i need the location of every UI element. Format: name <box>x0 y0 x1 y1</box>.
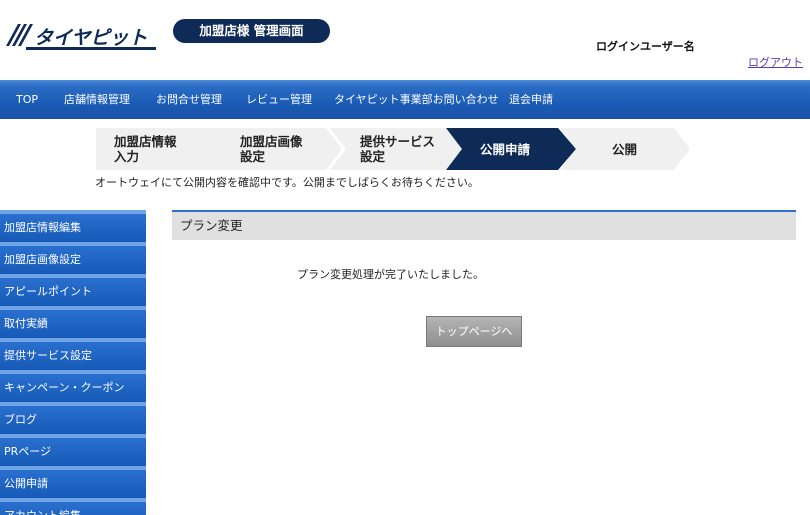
sidebar-item-store-info-edit[interactable]: 加盟店情報編集 <box>0 210 146 242</box>
step-store-info: 加盟店情報 入力 <box>96 128 228 170</box>
sidebar-item-install-records[interactable]: 取付実績 <box>0 306 146 338</box>
nav-tirepit-contact[interactable]: タイヤピット事業部お問い合わせ <box>334 80 499 119</box>
step-published: 公開 <box>560 128 692 170</box>
step-label: 提供サービス 設定 <box>360 134 436 164</box>
sidebar-menu: 加盟店情報編集 加盟店画像設定 アピールポイント 取付実績 提供サービス設定 キ… <box>0 210 146 515</box>
top-page-button[interactable]: トップページへ <box>426 316 522 347</box>
sidebar-item-campaign-coupon[interactable]: キャンペーン・クーポン <box>0 370 146 402</box>
nav-inquiries[interactable]: お問合せ管理 <box>156 80 222 119</box>
section-header: プラン変更 <box>172 210 796 240</box>
sidebar-item-services[interactable]: 提供サービス設定 <box>0 338 146 370</box>
global-nav: TOP 店舗情報管理 お問合せ管理 レビュー管理 タイヤピット事業部お問い合わせ… <box>0 80 810 119</box>
step-store-images: 加盟店画像 設定 <box>210 128 342 170</box>
logout-link[interactable]: ログアウト <box>748 54 803 70</box>
review-status-message: オートウェイにて公開内容を確認中です。公開までしばらくお待ちください。 <box>95 176 479 189</box>
sidebar-item-account-edit[interactable]: アカウント編集 <box>0 498 146 515</box>
tirepit-logo[interactable]: タイヤピット <box>4 20 160 54</box>
step-label: 加盟店画像 設定 <box>240 134 303 164</box>
sidebar-item-pr-page[interactable]: PRページ <box>0 434 146 466</box>
step-publish-request: 公開申請 <box>446 128 578 170</box>
nav-reviews[interactable]: レビュー管理 <box>246 80 312 119</box>
step-label: 公開 <box>612 142 638 157</box>
step-label: 加盟店情報 入力 <box>114 134 177 164</box>
nav-withdraw[interactable]: 退会申請 <box>509 80 553 119</box>
progress-steps: 加盟店情報 入力 加盟店画像 設定 提供サービス 設定 公開申請 公開 <box>0 128 810 170</box>
nav-store-info[interactable]: 店舗情報管理 <box>64 80 130 119</box>
step-label: 公開申請 <box>480 142 531 157</box>
section-title: プラン変更 <box>180 218 243 233</box>
nav-top[interactable]: TOP <box>16 80 38 119</box>
admin-label: 加盟店様 管理画面 <box>173 19 330 43</box>
sidebar-item-appeal-points[interactable]: アピールポイント <box>0 274 146 306</box>
sidebar-item-blog[interactable]: ブログ <box>0 402 146 434</box>
login-user-name: ログインユーザー名 <box>596 40 695 53</box>
sidebar-item-store-images[interactable]: 加盟店画像設定 <box>0 242 146 274</box>
completion-message: プラン変更処理が完了いたしました。 <box>297 268 484 281</box>
step-services: 提供サービス 設定 <box>330 128 462 170</box>
sidebar-item-publish-request[interactable]: 公開申請 <box>0 466 146 498</box>
logo-text: タイヤピット <box>34 27 147 49</box>
